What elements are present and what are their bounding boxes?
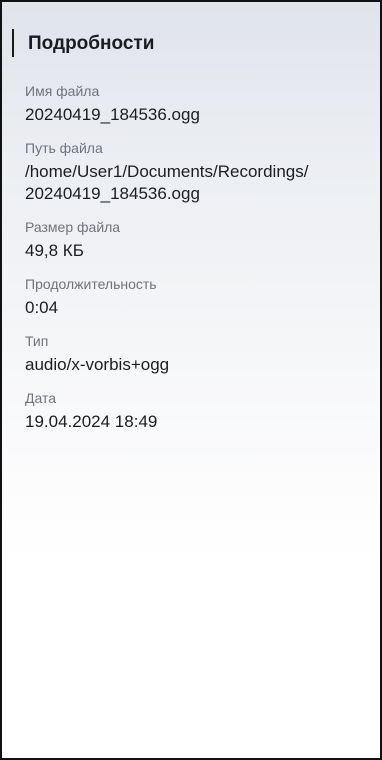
file-name-label: Имя файла (25, 83, 100, 99)
type-label: Тип (25, 333, 49, 349)
file-path-value: /home/User1/Documents/Recordings/ 202404… (25, 161, 360, 205)
file-size-field: Размер файла 49,8 КБ (25, 218, 360, 262)
type-field: Тип audio/x-vorbis+ogg (25, 332, 360, 376)
page-header: Подробности (2, 2, 380, 82)
duration-value: 0:04 (25, 298, 59, 317)
file-name-value: 20240419_184536.ogg (25, 105, 200, 124)
file-path-label: Путь файла (25, 140, 103, 156)
page-title: Подробности (28, 33, 155, 54)
date-label: Дата (25, 390, 57, 406)
file-name-field: Имя файла 20240419_184536.ogg (25, 82, 360, 126)
details-page: Подробности Имя файла 20240419_184536.og… (0, 0, 382, 760)
file-size-value: 49,8 КБ (25, 241, 84, 260)
date-value: 19.04.2024 18:49 (25, 412, 158, 431)
details-list: Имя файла 20240419_184536.ogg Путь файла… (2, 82, 380, 433)
duration-field: Продолжительность 0:04 (25, 275, 360, 319)
date-field: Дата 19.04.2024 18:49 (25, 389, 360, 433)
file-size-label: Размер файла (25, 219, 121, 235)
file-path-field: Путь файла /home/User1/Documents/Recordi… (25, 139, 360, 205)
type-value: audio/x-vorbis+ogg (25, 355, 170, 374)
file-path-line: /home/User1/Documents/Recordings/ (25, 162, 309, 181)
duration-label: Продолжительность (25, 276, 157, 292)
header-accent-bar (12, 29, 14, 57)
file-path-line: 20240419_184536.ogg (25, 184, 200, 203)
